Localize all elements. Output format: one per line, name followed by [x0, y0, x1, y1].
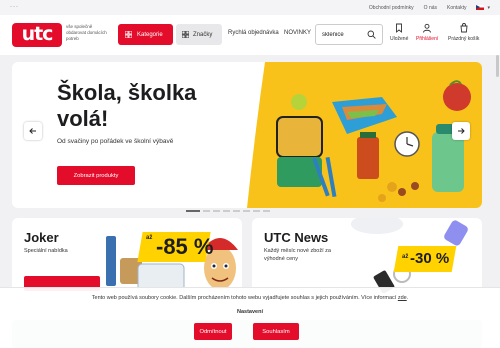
badge-prefix: až [402, 254, 409, 260]
nav-news[interactable]: NOVINKY [284, 30, 311, 36]
show-products-button[interactable]: Zobrazit produkty [57, 166, 135, 185]
carousel-indicators [186, 210, 270, 212]
top-bar: ··· Obchodní podmínky O nás Kontakty ▾ [0, 0, 500, 15]
link-terms[interactable]: Obchodní podmínky [369, 5, 414, 11]
hero-title: Škola, školka volá! [57, 80, 197, 131]
login-label: Přihlášení [416, 36, 439, 42]
carousel-prev-button[interactable] [24, 122, 42, 140]
arrow-right-icon [458, 128, 465, 134]
grid-icon [125, 31, 132, 38]
grid-icon [182, 31, 189, 38]
saved-button[interactable]: Uložené [390, 23, 408, 42]
carousel-dot[interactable] [203, 210, 210, 212]
promo-card-utc-news[interactable]: UTC News Každý měsíc nové zboží za výhod… [252, 218, 482, 293]
badge-value: -30 % [410, 250, 450, 267]
categories-button[interactable]: Kategorie [118, 24, 173, 45]
card-title: Joker [24, 230, 59, 245]
categories-label: Kategorie [137, 31, 163, 38]
carousel-dot[interactable] [213, 210, 220, 212]
czech-flag-icon[interactable] [476, 5, 485, 10]
carousel-dot[interactable] [223, 210, 230, 212]
nav-quick-order[interactable]: Rychlá objednávka [228, 30, 279, 36]
cart-label: Prázdný košík [448, 36, 480, 42]
link-about[interactable]: O nás [424, 5, 437, 11]
search-box[interactable] [315, 24, 383, 45]
cookie-settings-link[interactable]: Nastavení [0, 309, 500, 315]
carousel-next-button[interactable] [452, 122, 470, 140]
search-input[interactable] [322, 31, 370, 38]
hero-subtitle: Od svаčiny po pořádek ve školní výbavě [57, 138, 174, 145]
brands-label: Značky [193, 31, 213, 38]
user-icon [423, 23, 432, 33]
card-subtitle: Každý měsíc nové zboží za výhodné ceny [264, 248, 331, 262]
site-header: utc vše společně obdarovat domácích potr… [0, 15, 500, 55]
page-scrollbar[interactable] [496, 55, 499, 77]
cookie-message: Tento web používá soubory cookie. Dalším… [91, 295, 360, 301]
cart-button[interactable]: Prázdný košík [448, 23, 479, 42]
cookie-more-link[interactable]: zde [398, 295, 407, 301]
brands-button[interactable]: Značky [176, 24, 222, 45]
carousel-dot[interactable] [233, 210, 240, 212]
cookie-more-info: Více informací [361, 295, 397, 301]
link-contacts[interactable]: Kontakty [447, 5, 466, 11]
tagline: vše společně obdarovat domácích potreb [66, 24, 107, 41]
bookmark-icon [396, 23, 403, 33]
menu-dots-icon[interactable]: ··· [10, 4, 19, 10]
hero-banner: Škola, školka volá! Od svаčiny po pořáde… [12, 62, 482, 208]
saved-label: Uložené [390, 36, 409, 42]
hero-image [247, 62, 482, 208]
arrow-left-icon [29, 128, 36, 134]
cookie-reject-button[interactable]: Odmítnout [194, 323, 232, 340]
carousel-dot[interactable] [243, 210, 250, 212]
language-chevron-icon[interactable]: ▾ [487, 5, 490, 11]
search-icon[interactable] [367, 30, 376, 39]
promo-card-joker[interactable]: Joker Speciální nabídka až -85 % [12, 218, 242, 293]
cookie-text: Tento web používá soubory cookie. Dalším… [91, 295, 409, 301]
carousel-dot[interactable] [253, 210, 260, 212]
badge-prefix: až [146, 235, 153, 241]
cookie-accept-button[interactable]: Souhlasím [253, 323, 299, 340]
card-subtitle: Speciální nabídka [24, 248, 68, 254]
carousel-dot[interactable] [263, 210, 270, 212]
card-title: UTC News [264, 230, 329, 245]
cart-icon [460, 23, 468, 33]
logo[interactable]: utc [12, 23, 62, 47]
badge-value: -85 % [156, 234, 214, 259]
cookie-banner: Tento web používá soubory cookie. Dalším… [0, 287, 500, 348]
login-button[interactable]: Přihlášení [416, 23, 438, 42]
carousel-dot-active[interactable] [186, 210, 200, 212]
